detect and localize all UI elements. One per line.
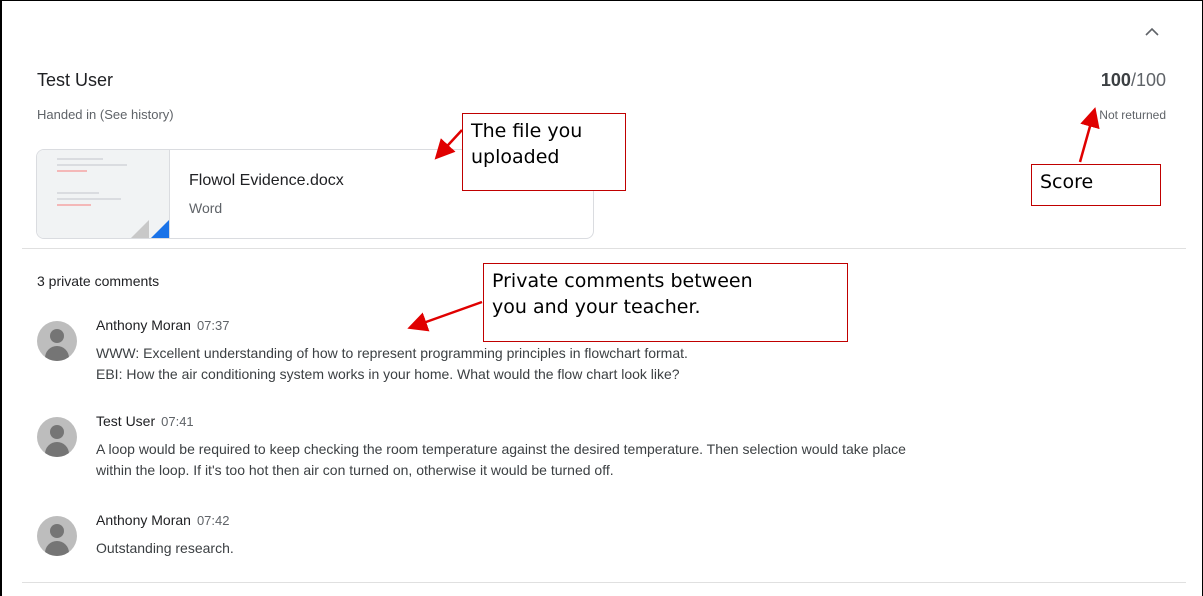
annotation-arrows [407, 107, 1100, 332]
arrow-to-comments [407, 300, 483, 332]
arrow-to-score [1078, 107, 1100, 163]
arrow-to-file [434, 129, 463, 160]
